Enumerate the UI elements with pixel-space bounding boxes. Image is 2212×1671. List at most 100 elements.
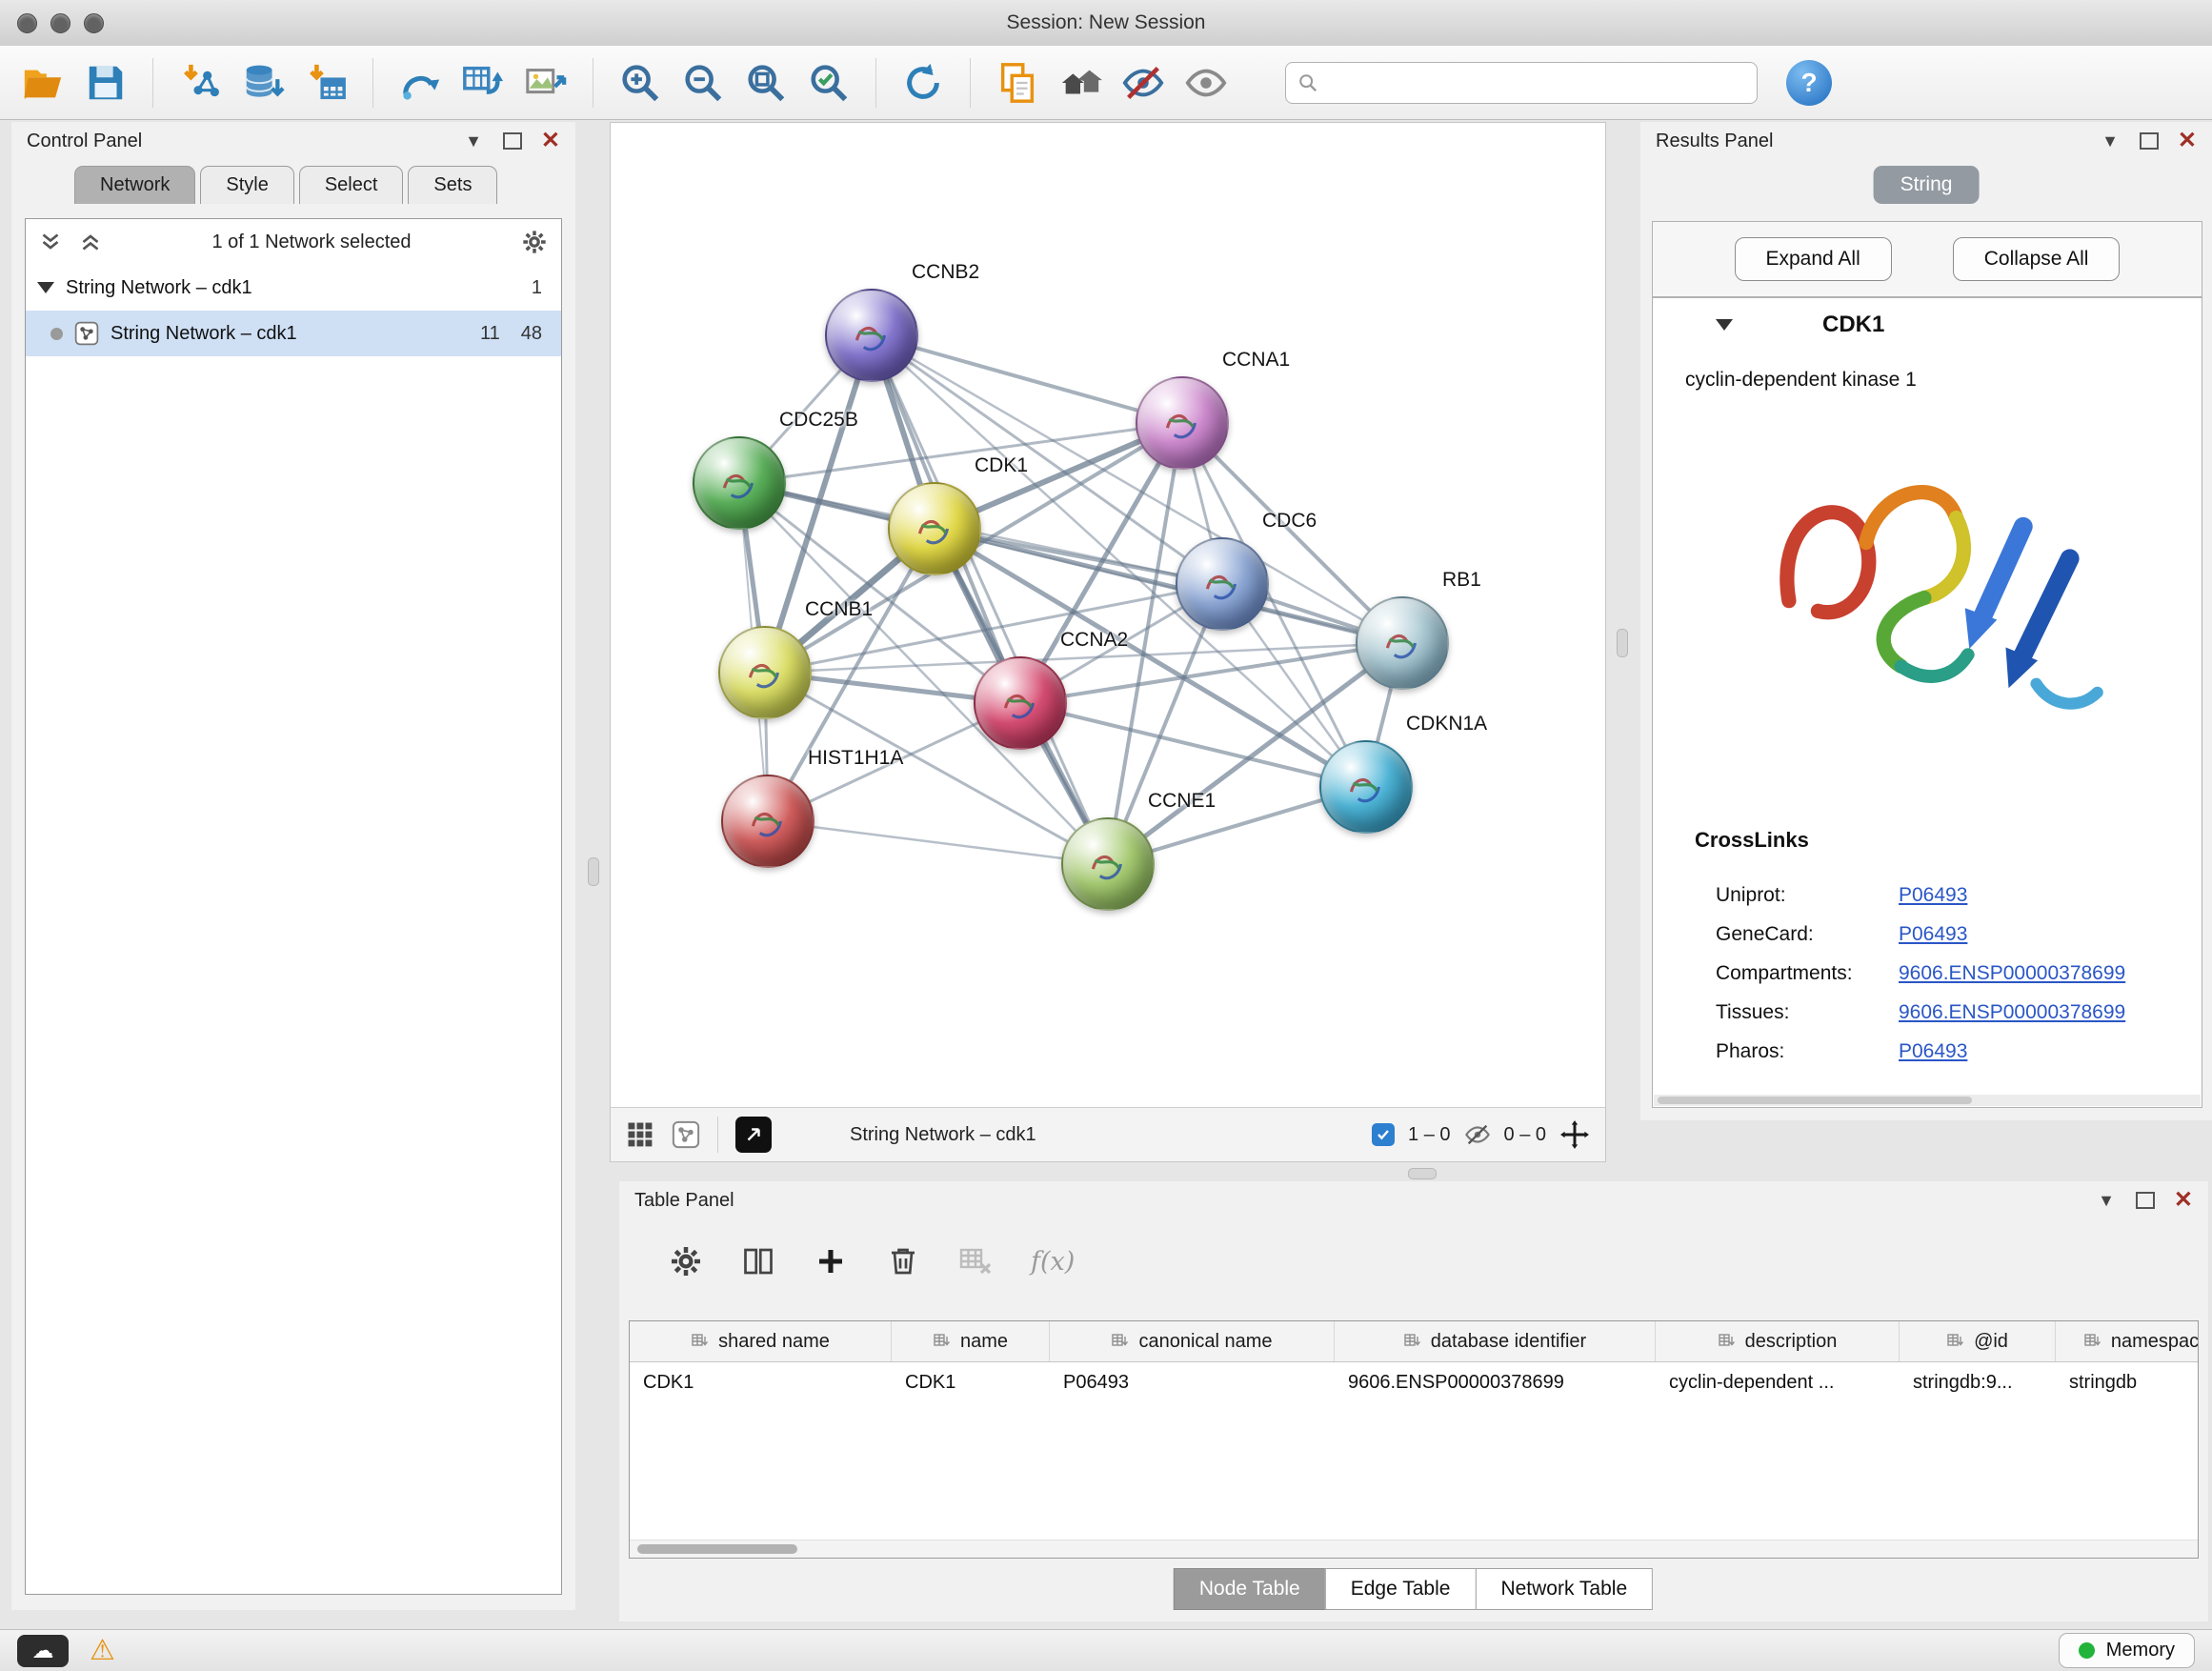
tab-edge-table[interactable]: Edge Table	[1325, 1568, 1477, 1610]
open-session-icon[interactable]	[15, 55, 70, 111]
tab-string[interactable]: String	[1874, 166, 1980, 204]
delete-column-icon[interactable]	[886, 1244, 920, 1278]
zoom-in-icon[interactable]	[613, 55, 668, 111]
show-columns-icon[interactable]	[741, 1244, 775, 1278]
network-node-ccna1[interactable]	[1136, 376, 1229, 470]
copy-document-icon[interactable]	[990, 55, 1045, 111]
table-horizontal-scrollbar[interactable]	[630, 1540, 2198, 1558]
table-row[interactable]: CDK1CDK1P064939606.ENSP00000378699cyclin…	[630, 1362, 2198, 1402]
column-header-namespac[interactable]: namespac	[2056, 1321, 2199, 1361]
hide-selected-icon[interactable]	[1116, 55, 1171, 111]
tab-style[interactable]: Style	[200, 166, 293, 204]
network-canvas[interactable]: CCNB2CCNA1CDC25BCDK1CDC6RB1CCNB1CCNA2CDK…	[611, 123, 1605, 1108]
column-header-canonical-name[interactable]: canonical name	[1050, 1321, 1335, 1361]
splitter-handle[interactable]	[1617, 629, 1628, 657]
crosslink-value[interactable]: 9606.ENSP00000378699	[1899, 1001, 2125, 1024]
float-panel-icon[interactable]	[2140, 132, 2159, 150]
pan-crosshair-icon[interactable]	[1559, 1119, 1590, 1150]
panel-menu-icon[interactable]: ▼	[2101, 132, 2119, 150]
collapse-arrow-icon[interactable]	[37, 282, 54, 293]
network-node-cdc6[interactable]	[1176, 537, 1269, 631]
network-edge[interactable]	[768, 821, 1108, 864]
panel-menu-icon[interactable]: ▼	[465, 132, 482, 150]
home-icon[interactable]	[1053, 55, 1108, 111]
column-header-shared-name[interactable]: shared name	[630, 1321, 892, 1361]
crosslink-value[interactable]: 9606.ENSP00000378699	[1899, 962, 2125, 985]
network-node-hist1h1a[interactable]	[721, 775, 814, 868]
show-eye-icon[interactable]	[1178, 55, 1234, 111]
refresh-view-icon[interactable]	[895, 55, 951, 111]
network-node-ccna2[interactable]	[974, 656, 1067, 750]
network-from-table-icon[interactable]	[455, 55, 511, 111]
import-table-icon[interactable]	[298, 55, 353, 111]
network-node-rb1[interactable]	[1356, 596, 1449, 690]
close-window-button[interactable]	[17, 13, 37, 33]
collapse-all-icon[interactable]	[79, 231, 102, 253]
minimize-window-button[interactable]	[50, 13, 70, 33]
column-header-name[interactable]: name	[892, 1321, 1050, 1361]
table-gear-icon[interactable]	[669, 1244, 703, 1278]
results-panel: Results Panel ▼ ✕ String Expand All Coll…	[1640, 122, 2212, 1120]
tab-select[interactable]: Select	[299, 166, 404, 204]
close-panel-icon[interactable]: ✕	[2174, 1189, 2193, 1212]
column-header-database-identifier[interactable]: database identifier	[1335, 1321, 1656, 1361]
close-panel-icon[interactable]: ✕	[541, 130, 560, 152]
tab-sets[interactable]: Sets	[408, 166, 497, 204]
crosslink-value[interactable]: P06493	[1899, 884, 1967, 907]
import-network-file-icon[interactable]	[172, 55, 228, 111]
crosslink-value[interactable]: P06493	[1899, 923, 1967, 946]
zoom-fit-icon[interactable]	[738, 55, 794, 111]
selection-checkbox[interactable]	[1372, 1123, 1395, 1146]
export-image-icon[interactable]	[518, 55, 573, 111]
scrollbar-thumb[interactable]	[637, 1544, 797, 1554]
panel-menu-icon[interactable]: ▼	[2098, 1192, 2115, 1209]
close-panel-icon[interactable]: ✕	[2178, 130, 2197, 152]
table-cell: stringdb	[2056, 1362, 2199, 1402]
network-collection-row[interactable]: String Network – cdk1 1	[26, 265, 561, 311]
search-box[interactable]	[1285, 62, 1758, 104]
add-column-icon[interactable]	[814, 1244, 848, 1278]
network-node-cdk1[interactable]	[888, 482, 981, 575]
collapse-all-button[interactable]: Collapse All	[1953, 237, 2121, 281]
zoom-out-icon[interactable]	[675, 55, 731, 111]
memory-button[interactable]: Memory	[2059, 1633, 2195, 1668]
cloud-icon[interactable]: ☁	[17, 1635, 69, 1667]
network-node-ccnb2[interactable]	[825, 289, 918, 382]
help-icon[interactable]: ?	[1786, 60, 1832, 106]
network-node-cdkn1a[interactable]	[1319, 740, 1413, 834]
network-node-cdc25b[interactable]	[693, 436, 786, 530]
open-in-window-icon[interactable]	[735, 1117, 772, 1153]
float-panel-icon[interactable]	[2136, 1192, 2155, 1209]
import-network-database-icon[interactable]	[235, 55, 291, 111]
column-header-description[interactable]: description	[1656, 1321, 1900, 1361]
network-row[interactable]: String Network – cdk1 11 48	[26, 311, 561, 356]
column-header-label: database identifier	[1431, 1331, 1586, 1353]
column-header-label: name	[960, 1331, 1008, 1353]
maximize-window-button[interactable]	[84, 13, 104, 33]
crosslink-row: Tissues:9606.ENSP00000378699	[1716, 1001, 2182, 1024]
network-edge[interactable]	[872, 335, 1108, 864]
tab-network-table[interactable]: Network Table	[1475, 1568, 1653, 1610]
column-header-id[interactable]: @id	[1900, 1321, 2056, 1361]
hidden-eye-icon[interactable]	[1464, 1121, 1491, 1148]
network-node-ccnb1[interactable]	[718, 626, 812, 719]
crosslink-value[interactable]: P06493	[1899, 1040, 1967, 1063]
splitter-handle[interactable]	[588, 857, 599, 886]
results-scrollbar[interactable]	[1654, 1095, 2201, 1106]
splitter-handle[interactable]	[1408, 1168, 1437, 1179]
clone-network-icon[interactable]	[392, 55, 448, 111]
save-session-icon[interactable]	[78, 55, 133, 111]
warning-icon[interactable]: ⚠	[90, 1637, 115, 1665]
expand-all-icon[interactable]	[39, 231, 62, 253]
zoom-selected-icon[interactable]	[801, 55, 856, 111]
collapse-section-icon[interactable]	[1716, 319, 1733, 331]
expand-all-button[interactable]: Expand All	[1735, 237, 1892, 281]
network-node-ccne1[interactable]	[1061, 817, 1155, 911]
tab-network[interactable]: Network	[74, 166, 195, 204]
gear-icon[interactable]	[521, 229, 548, 255]
search-input[interactable]	[1328, 70, 1745, 94]
float-panel-icon[interactable]	[503, 132, 522, 150]
tab-node-table[interactable]: Node Table	[1174, 1568, 1326, 1610]
string-network-icon[interactable]	[672, 1120, 700, 1149]
birdseye-grid-icon[interactable]	[626, 1120, 654, 1149]
